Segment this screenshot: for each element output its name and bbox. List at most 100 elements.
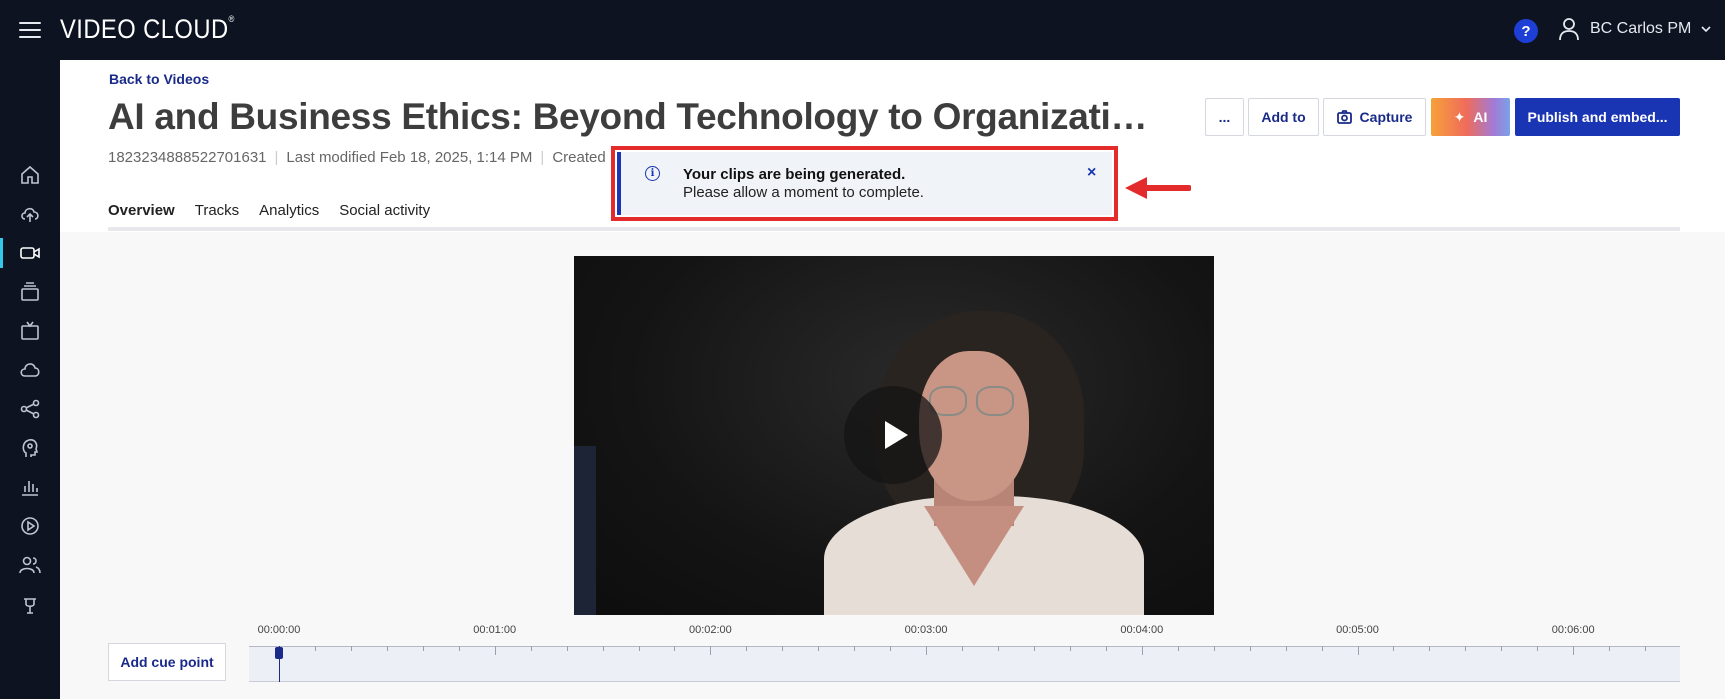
sparkle-icon: ✦ xyxy=(1453,108,1466,125)
timeline-label: 00:02:00 xyxy=(688,624,732,636)
timeline-tick xyxy=(1033,646,1035,651)
ai-head-icon[interactable] xyxy=(0,429,60,467)
timeline-tick xyxy=(494,646,496,655)
timeline-label: 00:04:00 xyxy=(1120,624,1164,636)
annotation-arrow-icon xyxy=(1125,177,1191,199)
timeline-tick xyxy=(746,646,748,651)
timeline-tick xyxy=(674,646,676,651)
tv-icon[interactable] xyxy=(0,312,60,350)
hamburger-menu-icon[interactable] xyxy=(19,22,41,38)
publish-and-embed-button[interactable]: Publish and embed... xyxy=(1515,98,1680,136)
plugin-icon[interactable] xyxy=(0,585,60,623)
video-meta: 1823234888522701631 | Last modified Feb 18… xyxy=(108,149,606,166)
info-icon: i xyxy=(645,166,660,181)
timeline-tick xyxy=(818,646,820,651)
add-cue-point-button[interactable]: Add cue point xyxy=(108,643,226,681)
timeline-tick xyxy=(1285,646,1287,651)
timeline-tick xyxy=(1213,646,1215,651)
timeline-tick xyxy=(998,646,999,651)
tabs-divider xyxy=(108,227,1680,231)
timeline-tick xyxy=(566,646,568,651)
timeline-tick xyxy=(782,646,784,651)
timeline-tick xyxy=(1429,646,1431,651)
timeline-tick xyxy=(854,646,856,651)
page-title: AI and Business Ethics: Beyond Technolog… xyxy=(108,96,1168,137)
timeline-tick xyxy=(1645,646,1647,651)
toast-title: Your clips are being generated. xyxy=(683,166,906,183)
timeline-tick xyxy=(1249,646,1251,651)
timeline-tick xyxy=(1141,646,1143,655)
timeline-label: 00:03:00 xyxy=(904,624,948,636)
video-frame-detail xyxy=(574,446,596,615)
player-icon[interactable] xyxy=(0,507,60,545)
analytics-icon[interactable] xyxy=(0,468,60,506)
add-to-button[interactable]: Add to xyxy=(1248,98,1319,136)
timeline-tick xyxy=(890,646,892,651)
timeline-tick xyxy=(1321,646,1323,651)
timeline-tick xyxy=(1573,646,1575,655)
play-icon xyxy=(884,421,908,449)
user-icon xyxy=(1559,18,1579,41)
timeline-tick xyxy=(314,646,316,651)
back-to-videos-link[interactable]: Back to Videos xyxy=(109,71,209,87)
video-camera-icon[interactable] xyxy=(0,234,60,272)
timeline-label: 00:01:00 xyxy=(473,624,517,636)
ai-button[interactable]: ✦ AI xyxy=(1431,98,1510,136)
cue-timeline[interactable]: 00:00:00 00:01:00 00:02:00 00:03:00 00:04:00… xyxy=(249,624,1680,682)
playhead-handle[interactable] xyxy=(275,647,283,659)
capture-button[interactable]: Capture xyxy=(1323,98,1426,136)
video-id: 1823234888522701631 xyxy=(108,149,267,166)
share-icon[interactable] xyxy=(0,390,60,428)
video-cloud-logo[interactable]: VIDEO CLOUD® xyxy=(60,14,235,45)
timeline-tick xyxy=(638,646,640,651)
tab-tracks[interactable]: Tracks xyxy=(195,202,239,229)
timeline-tick xyxy=(530,646,532,651)
user-menu[interactable]: BC Carlos PM xyxy=(1558,17,1711,41)
capture-label: Capture xyxy=(1359,109,1413,125)
users-icon[interactable] xyxy=(0,546,60,584)
timeline-tick xyxy=(458,646,460,651)
video-player[interactable] xyxy=(574,256,1214,615)
timeline-tick xyxy=(1357,646,1359,655)
info-toast: i Your clips are being generated. Please… xyxy=(617,152,1112,215)
more-actions-button[interactable]: ... xyxy=(1205,98,1244,136)
timeline-label: 00:00:00 xyxy=(257,624,301,636)
camera-icon xyxy=(1336,110,1352,124)
tab-social-activity[interactable]: Social activity xyxy=(339,202,430,229)
timeline-tick xyxy=(1609,646,1611,651)
timeline-label: 00:05:00 xyxy=(1336,624,1379,636)
play-button[interactable] xyxy=(844,386,942,484)
timeline-tick xyxy=(1069,646,1071,651)
user-name: BC Carlos PM xyxy=(1590,20,1692,37)
tab-analytics[interactable]: Analytics xyxy=(259,202,319,229)
tab-overview[interactable]: Overview xyxy=(108,202,175,231)
timeline-tick xyxy=(1393,646,1395,651)
timeline-tick xyxy=(1177,646,1179,651)
timeline-tick xyxy=(1105,646,1107,651)
timeline-tick xyxy=(926,646,928,655)
timeline-tick xyxy=(422,646,424,651)
sidebar-nav xyxy=(0,60,60,699)
timeline-track[interactable] xyxy=(249,646,1680,682)
timeline-tick xyxy=(1537,646,1539,651)
timeline-label: 00:06:00 xyxy=(1551,624,1595,636)
tab-bar: Overview Tracks Analytics Social activit… xyxy=(108,202,450,231)
timeline-tick xyxy=(1501,646,1503,651)
last-modified: Last modified Feb 18, 2025, 1:14 PM xyxy=(286,149,533,166)
timeline-tick xyxy=(1465,646,1467,651)
top-bar: VIDEO CLOUD® ? BC Carlos PM xyxy=(0,0,1725,60)
help-icon[interactable]: ? xyxy=(1514,19,1538,43)
timeline-tick xyxy=(386,646,388,651)
home-icon[interactable] xyxy=(0,156,60,194)
timeline-tick xyxy=(602,646,604,651)
timeline-tick xyxy=(350,646,352,651)
upload-icon[interactable] xyxy=(0,195,60,233)
created-date: Created xyxy=(552,149,606,166)
toast-message: Please allow a moment to complete. xyxy=(683,184,924,201)
ai-label: AI xyxy=(1473,109,1488,125)
close-icon[interactable]: × xyxy=(1087,164,1096,182)
cloud-icon[interactable] xyxy=(0,351,60,389)
timeline-tick xyxy=(710,646,712,655)
timeline-tick xyxy=(962,646,964,651)
media-library-icon[interactable] xyxy=(0,273,60,311)
